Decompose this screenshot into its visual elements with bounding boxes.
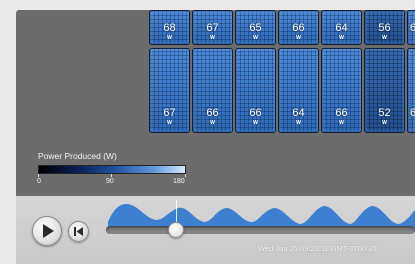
panel-power-value: 67 [206,22,219,34]
solar-panel[interactable]: 52 W [364,48,405,133]
panel-power-value: 64 [335,22,348,34]
skip-to-start-icon [74,227,83,236]
solar-panel[interactable]: 66 W [278,10,319,45]
skip-to-start-button[interactable] [68,221,89,242]
current-timestamp: Wed Jun 25 09:22:11 GMT-0700 20 [258,244,377,253]
panel-power-unit: W [210,120,215,126]
panel-power-unit: W [167,120,172,126]
panel-power-value: 64 [292,107,305,119]
panel-power-value: 6 [410,22,415,34]
panel-power-value: 68 [163,22,176,34]
panel-power-value: 66 [335,107,348,119]
panel-power-value: 67 [163,107,176,119]
solar-panel[interactable]: 64 W [321,10,362,45]
solar-panel[interactable]: 67 W [149,48,190,133]
panel-power-unit: W [296,35,301,41]
timeline-slider-handle[interactable] [168,222,184,238]
legend-min-label: 0 [37,178,41,185]
play-button[interactable] [32,216,62,246]
solar-panel[interactable]: 6 [407,48,415,133]
legend-tick [185,174,186,177]
legend-color-scale [38,165,186,174]
legend-tick [111,174,112,177]
panel-power-unit: W [210,35,215,41]
panel-power-unit: W [382,120,387,126]
legend-title: Power Produced (W) [38,151,117,161]
solar-panel[interactable]: 66 W [192,48,233,133]
panel-power-unit: W [167,35,172,41]
solar-panel[interactable]: 56 W [364,10,405,45]
panel-power-value: 65 [249,22,262,34]
panel-power-value: 66 [206,107,219,119]
solar-panel[interactable]: 6 [407,10,415,45]
panel-power-value: 6 [410,107,415,119]
solar-panel[interactable]: 65 W [235,10,276,45]
panel-power-value: 52 [378,107,391,119]
legend-mid-label: 90 [106,178,114,185]
panel-power-unit: W [382,35,387,41]
panel-power-unit: W [339,35,344,41]
panel-power-value: 66 [292,22,305,34]
legend-max-label: 180 [173,178,185,185]
panel-power-value: 66 [249,107,262,119]
solar-array-viewer: 68 W 67 W 65 W 66 W 64 W 56 W 6 67 W 66 … [0,0,415,264]
panel-power-unit: W [339,120,344,126]
solar-panel[interactable]: 68 W [149,10,190,45]
timeline-slider-track[interactable] [106,226,415,234]
solar-panel[interactable]: 67 W [192,10,233,45]
legend-tick [38,174,39,177]
panel-power-unit: W [253,120,258,126]
play-icon [43,224,54,238]
panel-power-value: 56 [378,22,391,34]
solar-panel[interactable]: 66 W [321,48,362,133]
solar-panel[interactable]: 64 W [278,48,319,133]
panel-power-unit: W [253,35,258,41]
solar-panel[interactable]: 66 W [235,48,276,133]
panel-power-unit: W [296,120,301,126]
